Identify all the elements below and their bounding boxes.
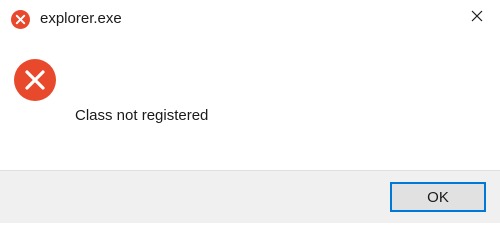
error-icon	[14, 59, 56, 101]
close-button[interactable]	[454, 0, 500, 36]
error-message: Class not registered	[75, 107, 209, 124]
error-dialog: explorer.exe Class not registered OK	[0, 0, 500, 223]
error-icon	[11, 10, 30, 29]
ok-button[interactable]: OK	[390, 182, 486, 212]
close-icon	[471, 9, 483, 27]
button-bar: OK	[0, 170, 500, 223]
dialog-content: Class not registered	[0, 36, 500, 170]
window-title: explorer.exe	[40, 10, 122, 27]
title-bar[interactable]: explorer.exe	[0, 0, 500, 36]
